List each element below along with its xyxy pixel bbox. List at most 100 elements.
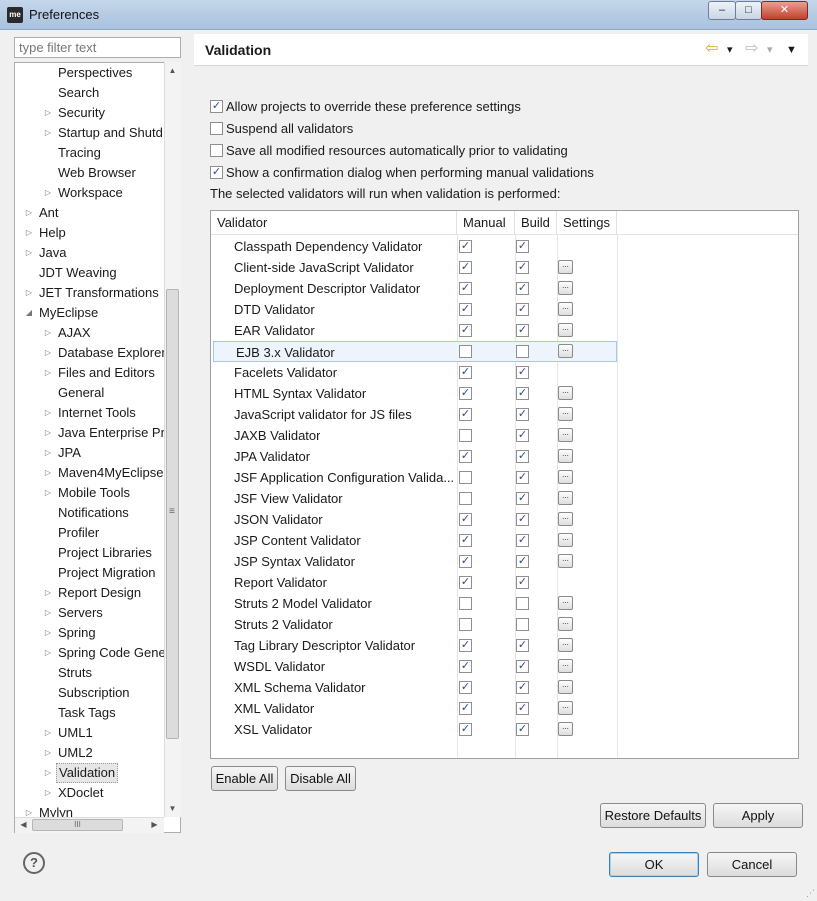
settings-button[interactable]: ... (558, 596, 573, 610)
table-row[interactable]: JSF Application Configuration Valida... (212, 467, 617, 488)
expand-arrow-icon[interactable]: ▷ (43, 783, 53, 803)
settings-button[interactable]: ... (558, 323, 573, 337)
scroll-up-arrow-icon[interactable]: ▲ (166, 66, 179, 75)
settings-button[interactable]: ... (558, 554, 573, 568)
filter-input[interactable] (14, 37, 181, 58)
table-row[interactable]: EJB 3.x Validator (213, 341, 617, 362)
expand-arrow-icon[interactable]: ▷ (43, 323, 53, 343)
manual-checkbox[interactable]: ✓ (459, 240, 472, 253)
expand-arrow-icon[interactable]: ▷ (43, 363, 53, 383)
settings-button[interactable]: ... (558, 407, 573, 421)
table-row[interactable]: XSL Validator (212, 719, 617, 740)
manual-checkbox[interactable]: ✓ (459, 681, 472, 694)
disable-all-button[interactable]: Disable All (285, 766, 356, 791)
expand-arrow-icon[interactable]: ▷ (43, 403, 53, 423)
build-checkbox[interactable]: ✓ (516, 702, 529, 715)
manual-checkbox[interactable]: ✓ (459, 702, 472, 715)
settings-button[interactable]: ... (558, 722, 573, 736)
settings-button[interactable]: ... (558, 260, 573, 274)
view-menu-icon[interactable]: ▼ (786, 41, 797, 59)
manual-checkbox[interactable] (459, 492, 472, 505)
option-checkbox[interactable] (210, 122, 223, 135)
expanded-arrow-icon[interactable]: ◢ (24, 303, 34, 323)
build-checkbox[interactable]: ✓ (516, 387, 529, 400)
manual-checkbox[interactable]: ✓ (459, 450, 472, 463)
expand-arrow-icon[interactable]: ▷ (24, 203, 34, 223)
resize-grip-icon[interactable]: ⋰ (806, 888, 815, 899)
manual-checkbox[interactable] (459, 345, 472, 358)
manual-checkbox[interactable] (459, 429, 472, 442)
settings-button[interactable]: ... (558, 680, 573, 694)
forward-menu-icon[interactable]: ▾ (767, 41, 773, 59)
manual-checkbox[interactable] (459, 618, 472, 631)
tree-vertical-scroll-thumb[interactable]: ≡ (166, 289, 179, 739)
apply-button[interactable]: Apply (713, 803, 803, 828)
manual-checkbox[interactable]: ✓ (459, 660, 472, 673)
table-row[interactable]: Classpath Dependency Validator (212, 236, 617, 257)
expand-arrow-icon[interactable]: ▷ (43, 603, 53, 623)
build-checkbox[interactable]: ✓ (516, 408, 529, 421)
build-checkbox[interactable]: ✓ (516, 240, 529, 253)
manual-checkbox[interactable]: ✓ (459, 723, 472, 736)
expand-arrow-icon[interactable]: ▷ (43, 183, 53, 203)
manual-checkbox[interactable] (459, 597, 472, 610)
build-checkbox[interactable]: ✓ (516, 471, 529, 484)
manual-checkbox[interactable]: ✓ (459, 555, 472, 568)
expand-arrow-icon[interactable]: ▷ (43, 763, 53, 783)
table-row[interactable]: XML Schema Validator (212, 677, 617, 698)
expand-arrow-icon[interactable]: ▷ (24, 223, 34, 243)
build-checkbox[interactable]: ✓ (516, 324, 529, 337)
settings-button[interactable]: ... (558, 659, 573, 673)
manual-checkbox[interactable]: ✓ (459, 513, 472, 526)
expand-arrow-icon[interactable]: ▷ (43, 483, 53, 503)
table-row[interactable]: HTML Syntax Validator (212, 383, 617, 404)
manual-checkbox[interactable]: ✓ (459, 408, 472, 421)
table-row[interactable]: JavaScript validator for JS files (212, 404, 617, 425)
expand-arrow-icon[interactable]: ▷ (24, 283, 34, 303)
build-checkbox[interactable]: ✓ (516, 261, 529, 274)
option-checkbox[interactable]: ✓ (210, 166, 223, 179)
table-row[interactable]: Struts 2 Validator (212, 614, 617, 635)
table-row[interactable]: Struts 2 Model Validator (212, 593, 617, 614)
column-header-settings[interactable]: Settings (557, 211, 617, 235)
option-checkbox[interactable]: ✓ (210, 100, 223, 113)
table-row[interactable]: JSON Validator (212, 509, 617, 530)
table-row[interactable]: Deployment Descriptor Validator (212, 278, 617, 299)
build-checkbox[interactable] (516, 597, 529, 610)
table-row[interactable]: Client-side JavaScript Validator (212, 257, 617, 278)
build-checkbox[interactable]: ✓ (516, 450, 529, 463)
build-checkbox[interactable]: ✓ (516, 429, 529, 442)
build-checkbox[interactable]: ✓ (516, 282, 529, 295)
build-checkbox[interactable] (516, 345, 529, 358)
expand-arrow-icon[interactable]: ▷ (43, 723, 53, 743)
maximize-button[interactable]: □ (735, 1, 762, 20)
settings-button[interactable]: ... (558, 344, 573, 358)
table-row[interactable]: EAR Validator (212, 320, 617, 341)
scroll-left-arrow-icon[interactable]: ◀ (17, 820, 30, 829)
build-checkbox[interactable] (516, 618, 529, 631)
table-row[interactable]: Report Validator (212, 572, 617, 593)
table-row[interactable]: JAXB Validator (212, 425, 617, 446)
build-checkbox[interactable]: ✓ (516, 639, 529, 652)
help-icon[interactable]: ? (23, 852, 45, 874)
build-checkbox[interactable]: ✓ (516, 555, 529, 568)
settings-button[interactable]: ... (558, 491, 573, 505)
manual-checkbox[interactable]: ✓ (459, 576, 472, 589)
table-row[interactable]: JSP Content Validator (212, 530, 617, 551)
table-row[interactable]: Tag Library Descriptor Validator (212, 635, 617, 656)
build-checkbox[interactable]: ✓ (516, 723, 529, 736)
settings-button[interactable]: ... (558, 701, 573, 715)
settings-button[interactable]: ... (558, 428, 573, 442)
manual-checkbox[interactable]: ✓ (459, 387, 472, 400)
expand-arrow-icon[interactable]: ▷ (43, 443, 53, 463)
build-checkbox[interactable]: ✓ (516, 681, 529, 694)
close-button[interactable]: ✕ (761, 1, 808, 20)
column-header-build[interactable]: Build (515, 211, 557, 235)
expand-arrow-icon[interactable]: ▷ (43, 583, 53, 603)
settings-button[interactable]: ... (558, 281, 573, 295)
option-checkbox[interactable] (210, 144, 223, 157)
expand-arrow-icon[interactable]: ▷ (43, 623, 53, 643)
table-row[interactable]: DTD Validator (212, 299, 617, 320)
manual-checkbox[interactable] (459, 471, 472, 484)
expand-arrow-icon[interactable]: ▷ (43, 103, 53, 123)
